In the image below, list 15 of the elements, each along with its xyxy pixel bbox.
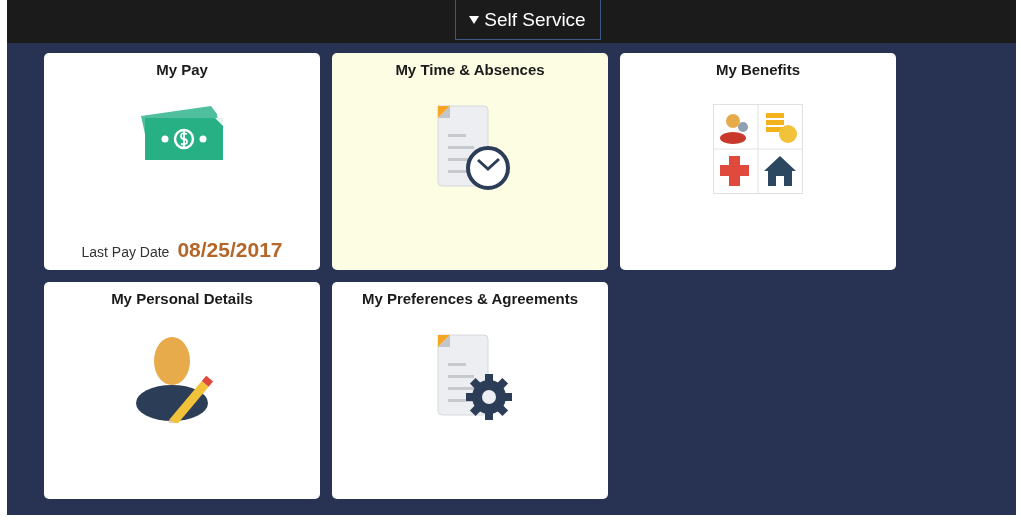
tile[interactable]: My Time & Absences	[332, 53, 608, 270]
tile-label: Last Pay Date	[81, 244, 170, 260]
benefits-icon	[713, 104, 803, 194]
tile[interactable]: My Preferences & Agreements	[332, 282, 608, 499]
tile-title: My Personal Details	[111, 290, 253, 307]
tile-title: My Benefits	[715, 61, 801, 78]
tile[interactable]: My Pay Last Pay Date 08/25/2017	[44, 53, 320, 270]
tile-value: 08/25/2017	[177, 238, 283, 262]
tile[interactable]: My Benefits	[620, 53, 896, 270]
tile[interactable]: My Personal Details	[44, 282, 320, 499]
tile-title: My Preferences & Agreements	[361, 290, 579, 307]
tile-title: My Pay	[156, 61, 208, 78]
tile-title: My Time & Absences	[395, 61, 545, 78]
caret-icon	[469, 15, 480, 24]
navigation-menu-button[interactable]: Self Service	[454, 0, 601, 40]
